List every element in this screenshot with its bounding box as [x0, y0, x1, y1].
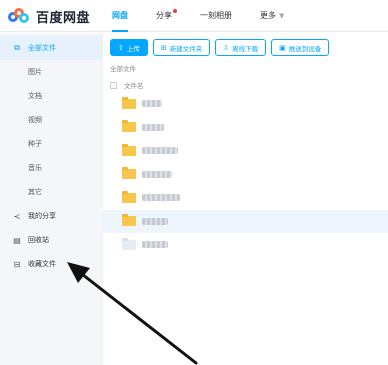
blurred-filename [142, 194, 180, 202]
blurred-filename [142, 217, 168, 225]
notification-dot [173, 9, 177, 13]
folder-icon [122, 214, 136, 227]
folder-icon [122, 190, 136, 203]
share-icon: ≺ [13, 211, 21, 221]
sidebar-item-music[interactable]: 音乐 [0, 156, 102, 180]
table-row[interactable] [103, 139, 388, 163]
new-folder-icon: ⊞ [160, 43, 167, 52]
download-icon: ⇩ [223, 43, 230, 52]
table-row[interactable] [103, 163, 388, 187]
app-title: 百度网盘 [36, 10, 91, 26]
top-nav: 网盘 分享 一刻相册 更多 ▼ [112, 0, 312, 32]
top-header: 百度网盘 网盘 分享 一刻相册 更多 ▼ [0, 0, 388, 32]
column-header-filename[interactable]: 文件名 [124, 80, 144, 90]
blurred-filename [142, 170, 172, 178]
sidebar-item-documents[interactable]: 文档 [0, 84, 102, 108]
table-row[interactable] [103, 116, 388, 140]
nav-tab-more[interactable]: 更多 ▼ [260, 0, 284, 32]
file-list [103, 92, 388, 257]
push-to-device-button[interactable]: ▣ 推送到设备 [271, 39, 330, 56]
folder-icon [122, 143, 136, 156]
blurred-filename [142, 241, 168, 249]
select-all-checkbox[interactable] [110, 81, 117, 89]
sidebar-item-all-files[interactable]: ⧉ 全部文件 [0, 36, 102, 60]
sidebar-item-torrents[interactable]: 种子 [0, 132, 102, 156]
table-row[interactable] [103, 233, 388, 257]
blurred-filename [142, 100, 162, 108]
sidebar-item-my-share[interactable]: ≺ 我的分享 [0, 204, 102, 228]
upload-icon: ⇧ [118, 43, 124, 52]
baidu-cloud-logo-icon [8, 8, 30, 24]
blurred-filename [142, 123, 164, 131]
nav-tab-share[interactable]: 分享 [156, 0, 177, 32]
blurred-filename [142, 147, 178, 155]
app-logo[interactable]: 百度网盘 [8, 6, 90, 26]
upload-button[interactable]: ⇧ 上传 [110, 39, 148, 56]
nav-tab-netdisk[interactable]: 网盘 [112, 0, 128, 32]
breadcrumb[interactable]: 全部文件 [110, 63, 136, 73]
table-row[interactable] [103, 92, 388, 116]
sidebar-item-images[interactable]: 图片 [0, 60, 102, 84]
recycle-bin-icon: ▤ [13, 235, 21, 245]
table-header: 文件名 [110, 80, 144, 90]
new-folder-button[interactable]: ⊞ 新建文件夹 [152, 39, 211, 56]
file-toolbar: ⇧ 上传 ⊞ 新建文件夹 ⇩ 离线下载 ▣ 推送到设备 [110, 39, 334, 56]
sidebar-item-recycle-bin[interactable]: ▤ 回收站 [0, 228, 102, 252]
folder-icon [122, 96, 136, 109]
folder-icon [122, 237, 136, 250]
files-icon: ⧉ [14, 43, 20, 52]
chevron-down-icon: ▼ [279, 12, 285, 20]
sidebar-item-videos[interactable]: 视频 [0, 108, 102, 132]
favorites-icon: ⊟ [13, 259, 21, 269]
sidebar-item-other[interactable]: 其它 [0, 180, 102, 204]
sidebar-item-favorites[interactable]: ⊟ 收藏文件 [0, 252, 102, 276]
folder-icon [122, 167, 136, 180]
folder-icon [122, 120, 136, 133]
nav-tab-photo-album[interactable]: 一刻相册 [200, 0, 232, 32]
table-row[interactable] [103, 209, 388, 233]
table-row[interactable] [103, 186, 388, 210]
device-icon: ▣ [279, 43, 286, 52]
offline-download-button[interactable]: ⇩ 离线下载 [215, 39, 267, 56]
sidebar: ⧉ 全部文件 图片 文档 视频 种子 音乐 其它 ≺ 我的分享 ▤ 回收站 ⊟ … [0, 33, 103, 365]
